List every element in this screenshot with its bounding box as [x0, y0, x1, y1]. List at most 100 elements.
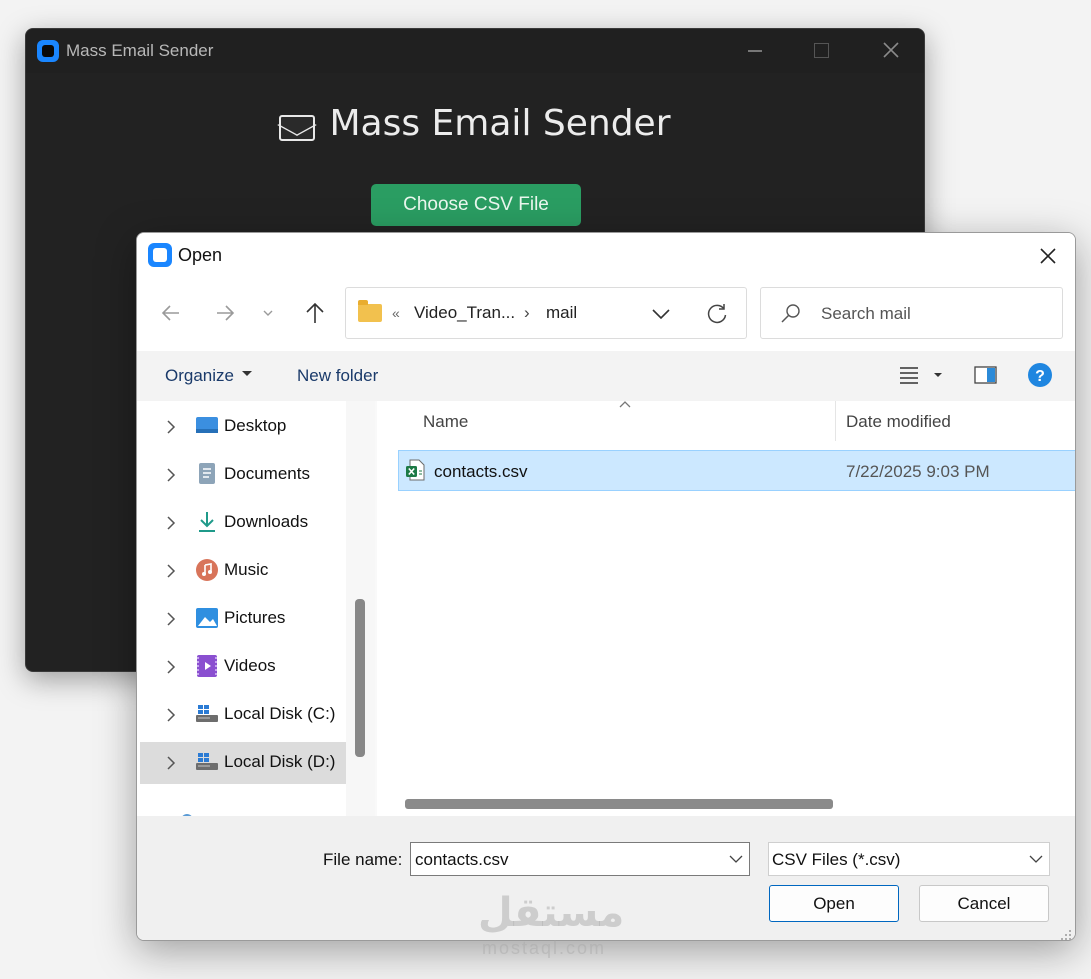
nav-item-desktop[interactable]: Desktop	[140, 406, 346, 448]
file-name-value: contacts.csv	[415, 850, 509, 869]
refresh-icon[interactable]	[704, 301, 730, 327]
breadcrumb-parent[interactable]: Video_Tran...	[414, 303, 515, 323]
caret-down-icon	[241, 371, 252, 376]
breadcrumb-overflow[interactable]: «	[392, 305, 400, 321]
open-button[interactable]: Open	[769, 885, 899, 922]
chevron-right-icon[interactable]	[164, 610, 178, 628]
chevron-right-icon[interactable]	[164, 706, 178, 724]
pictures-icon	[195, 606, 219, 630]
choose-csv-button[interactable]: Choose CSV File	[371, 184, 581, 226]
nav-item-downloads[interactable]: Downloads	[140, 502, 346, 544]
app-window-title: Mass Email Sender	[66, 41, 214, 60]
file-type-value: CSV Files (*.csv)	[772, 850, 901, 869]
up-button[interactable]	[299, 297, 331, 329]
file-name-input[interactable]: contacts.csv	[410, 842, 750, 876]
forward-button[interactable]	[209, 297, 241, 329]
column-header-name[interactable]: Name	[423, 412, 468, 432]
arrow-left-icon	[161, 305, 179, 321]
app-logo-icon	[37, 40, 59, 62]
column-separator[interactable]	[835, 401, 836, 441]
close-icon	[883, 42, 899, 58]
address-bar[interactable]: « Video_Tran... › mail	[345, 287, 747, 339]
minimize-button[interactable]	[732, 29, 778, 73]
chevron-right-icon[interactable]	[164, 418, 178, 436]
nav-item-label: Local Disk (C:)	[224, 704, 336, 723]
nav-item-label: Documents	[224, 464, 310, 483]
nav-item-label: Local Disk (D:)	[224, 752, 336, 771]
search-placeholder: Search mail	[821, 304, 911, 323]
folder-icon	[358, 300, 382, 322]
view-options-button[interactable]	[897, 365, 945, 387]
organize-label: Organize	[165, 366, 234, 385]
documents-icon	[195, 462, 219, 486]
chevron-down-icon[interactable]	[729, 853, 743, 865]
navigation-scrollbar-thumb[interactable]	[355, 599, 365, 757]
dialog-titlebar: Open	[137, 233, 1075, 279]
dialog-app-icon	[148, 243, 172, 267]
preview-pane-icon	[974, 366, 997, 384]
recent-locations-button[interactable]	[253, 297, 285, 329]
excel-csv-icon	[406, 459, 425, 481]
dialog-title: Open	[178, 245, 223, 265]
watermark-url: mostaql.com	[482, 938, 607, 958]
drive-icon	[195, 750, 219, 774]
nav-item-local-disk-c[interactable]: Local Disk (C:)	[140, 694, 346, 736]
breadcrumb-current[interactable]: mail	[546, 303, 577, 323]
list-view-icon	[900, 367, 942, 384]
nav-item-local-disk-d[interactable]: Local Disk (D:)	[140, 742, 346, 784]
file-name-label: File name:	[323, 850, 403, 869]
nav-item-label: Downloads	[224, 512, 309, 531]
nav-item-pictures[interactable]: Pictures	[140, 598, 346, 640]
chevron-right-icon[interactable]	[164, 562, 178, 580]
maximize-button[interactable]	[798, 29, 844, 73]
chevron-right-icon[interactable]	[164, 466, 178, 484]
file-name: contacts.csv	[434, 462, 528, 481]
arrow-up-icon	[306, 302, 324, 323]
navigation-bar: « Video_Tran... › mail Search mail	[137, 279, 1075, 351]
desktop-icon	[195, 414, 219, 438]
breadcrumb-separator: ›	[524, 303, 530, 322]
search-input[interactable]: Search mail	[760, 287, 1063, 339]
envelope-icon	[279, 115, 316, 141]
help-button[interactable]: ?	[1027, 362, 1053, 388]
downloads-icon	[195, 510, 219, 534]
chevron-right-icon[interactable]	[164, 514, 178, 532]
search-icon	[781, 304, 800, 323]
chevron-right-icon[interactable]	[164, 658, 178, 676]
app-close-button[interactable]	[868, 29, 914, 73]
file-row[interactable]: contacts.csv 7/22/2025 9:03 PM	[398, 450, 1075, 491]
app-titlebar: Mass Email Sender	[26, 29, 924, 73]
dialog-close-button[interactable]	[1031, 239, 1065, 273]
nav-item-label: Pictures	[224, 608, 286, 627]
file-date-modified: 7/22/2025 9:03 PM	[846, 462, 990, 481]
navigation-scrollbar[interactable]	[346, 401, 375, 816]
navigation-pane: Desktop Documents Downloads Music Pictures Vi…	[137, 401, 346, 816]
videos-icon	[195, 654, 219, 678]
address-dropdown-chevron-icon[interactable]	[650, 304, 672, 324]
sort-ascending-icon	[619, 401, 631, 408]
watermark-logo: مستقل	[478, 890, 625, 936]
new-folder-button[interactable]: New folder	[297, 366, 378, 386]
app-heading-text: Mass Email Sender	[329, 103, 671, 144]
horizontal-scrollbar-thumb[interactable]	[405, 799, 833, 809]
close-icon	[1040, 248, 1056, 264]
back-button[interactable]	[155, 297, 187, 329]
chevron-down-icon	[1029, 855, 1043, 863]
file-type-select[interactable]: CSV Files (*.csv)	[768, 842, 1050, 876]
chevron-right-icon[interactable]	[164, 754, 178, 772]
nav-item-videos[interactable]: Videos	[140, 646, 346, 688]
arrow-right-icon	[217, 305, 235, 321]
chevron-down-icon	[263, 310, 273, 316]
music-icon	[195, 558, 219, 582]
column-header-date-modified[interactable]: Date modified	[846, 412, 951, 432]
cancel-button[interactable]: Cancel	[919, 885, 1049, 922]
resize-grip-icon[interactable]	[1061, 928, 1073, 940]
nav-item-label: Videos	[224, 656, 276, 675]
nav-item-label: Desktop	[224, 416, 287, 435]
organize-button[interactable]: Organize	[165, 366, 254, 386]
preview-pane-button[interactable]	[973, 364, 999, 386]
drive-icon	[195, 702, 219, 726]
nav-item-documents[interactable]: Documents	[140, 454, 346, 496]
command-toolbar: Organize New folder ?	[137, 351, 1075, 401]
nav-item-music[interactable]: Music	[140, 550, 346, 592]
